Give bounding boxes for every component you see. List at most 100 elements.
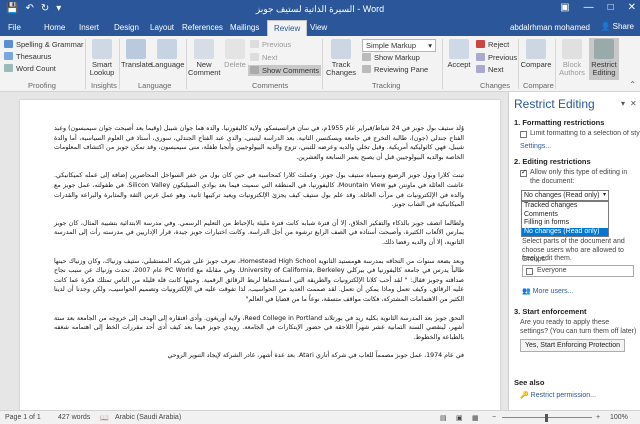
divider <box>85 39 86 89</box>
read-mode-icon[interactable]: ▤ <box>440 414 447 422</box>
pane-options-icon[interactable]: ▾ <box>621 99 625 108</box>
everyone-checkbox[interactable] <box>526 268 533 275</box>
ribbon-display-icon[interactable]: ▣ <box>560 2 569 13</box>
show-markup-icon <box>362 53 371 61</box>
zoom-in-icon[interactable]: + <box>596 414 600 421</box>
proofing-status-icon[interactable]: 📖 <box>100 414 109 422</box>
page-count[interactable]: Page 1 of 1 <box>5 414 41 421</box>
accept-icon <box>449 39 469 59</box>
groups-list[interactable]: Everyone <box>522 265 634 277</box>
word-count[interactable]: 427 words <box>58 414 90 421</box>
delete-comment-icon <box>225 39 245 59</box>
zoom-level[interactable]: 100% <box>610 414 628 421</box>
close-icon[interactable]: ✕ <box>628 2 636 13</box>
start-enforcing-button[interactable]: Yes, Start Enforcing Protection <box>520 339 626 352</box>
share-icon: 👤 <box>600 22 613 31</box>
groups-label: Groups: <box>522 256 547 263</box>
previous-comment-icon <box>250 40 259 48</box>
word-count-button[interactable]: Word Count <box>4 64 56 73</box>
print-layout-icon[interactable]: ▣ <box>456 414 463 422</box>
smart-lookup-button[interactable]: Smart Lookup <box>88 39 116 77</box>
divider <box>555 39 556 89</box>
lock-icon <box>594 39 614 59</box>
track-changes-button[interactable]: Track Changes <box>324 39 358 77</box>
block-authors-button[interactable]: Block Authors <box>557 39 587 77</box>
reviewing-pane-button[interactable]: Reviewing Pane <box>362 65 428 74</box>
show-markup-button[interactable]: Show Markup <box>362 53 420 62</box>
paragraph: في عام 1974، عمل جوبز مصمماً للعاب في شر… <box>167 352 464 360</box>
document-page[interactable]: وُلد ستيف بول جوبز في 24 شباط/فبراير عام… <box>20 100 500 420</box>
see-also-heading: See also <box>514 378 545 387</box>
previous-comment-button[interactable]: Previous <box>250 40 291 49</box>
tab-mailings[interactable]: Mailings <box>230 23 259 32</box>
pane-title: Restrict Editing <box>514 97 595 111</box>
status-bar: Page 1 of 1 427 words 📖 Arabic (Saudi Ar… <box>0 410 640 424</box>
pane-close-icon[interactable]: ✕ <box>630 99 637 108</box>
maximize-icon[interactable]: □ <box>608 2 614 13</box>
option-tracked-changes[interactable]: Tracked changes <box>522 202 608 211</box>
web-layout-icon[interactable]: ▦ <box>472 414 479 422</box>
allow-only-checkbox[interactable] <box>520 168 527 177</box>
language-status[interactable]: Arabic (Saudi Arabia) <box>115 414 181 421</box>
option-filling-forms[interactable]: Filling in forms <box>522 219 608 228</box>
tab-view[interactable]: View <box>310 23 327 32</box>
spelling-grammar-button[interactable]: Spelling & Grammar <box>4 40 84 49</box>
next-change-button[interactable]: Next <box>476 65 503 74</box>
minimize-icon[interactable]: — <box>584 2 594 13</box>
next-comment-icon <box>250 53 259 61</box>
previous-change-icon <box>476 53 485 61</box>
paragraph: وُلد ستيف بول جوبز في 24 شباط/فبراير عام… <box>54 125 464 161</box>
zoom-slider-thumb[interactable] <box>545 414 548 422</box>
smart-lookup-icon <box>92 39 112 59</box>
reject-icon <box>476 40 485 48</box>
limit-formatting-checkbox[interactable] <box>520 131 527 138</box>
previous-change-button[interactable]: Previous <box>476 53 517 62</box>
new-comment-button[interactable]: New Comment <box>188 39 221 77</box>
accept-button[interactable]: Accept <box>444 39 474 69</box>
restrict-editing-pane: Restrict Editing ▾ ✕ 1. Formatting restr… <box>508 92 640 410</box>
share-button[interactable]: 👤 Share <box>600 22 634 31</box>
translate-button[interactable]: Translate <box>121 39 152 69</box>
option-comments[interactable]: Comments <box>522 211 608 220</box>
tab-insert[interactable]: Insert <box>79 23 99 32</box>
thesaurus-button[interactable]: Thesaurus <box>4 52 51 61</box>
reject-button[interactable]: Reject <box>476 40 509 49</box>
language-icon <box>157 39 177 59</box>
ribbon-tabs: File Home Insert Design Layout Reference… <box>0 19 640 36</box>
divider <box>186 39 187 89</box>
settings-link[interactable]: Settings... <box>520 143 551 150</box>
tab-review[interactable]: Review <box>267 20 308 36</box>
compare-icon <box>526 39 546 59</box>
tab-file[interactable]: File <box>8 23 21 32</box>
dropdown-arrow-icon: ▾ <box>602 192 606 198</box>
tab-home[interactable]: Home <box>44 23 65 32</box>
compare-button[interactable]: Compare <box>520 39 552 69</box>
paragraph: وبعد بضعة سنوات من التحاقه بمدرسة هومستي… <box>54 257 464 303</box>
ribbon: Spelling & Grammar Thesaurus Word Count … <box>0 36 640 92</box>
zoom-out-icon[interactable]: − <box>492 414 496 421</box>
thesaurus-icon <box>4 52 13 60</box>
document-area: وُلد ستيف بول جوبز في 24 شباط/فبراير عام… <box>0 92 508 420</box>
delete-comment-button[interactable]: Delete <box>222 39 248 69</box>
restrict-editing-button[interactable]: Restrict Editing <box>589 38 619 80</box>
dropdown-arrow-icon: ▾ <box>428 41 432 50</box>
language-button[interactable]: Language <box>151 39 184 69</box>
collapse-ribbon-icon[interactable]: ⌃ <box>629 80 636 89</box>
comments-group-label: Comments <box>252 81 289 90</box>
next-comment-button[interactable]: Next <box>250 53 277 62</box>
user-name[interactable]: abdalrhman mohamed <box>510 23 590 32</box>
option-no-changes[interactable]: No changes (Read only) <box>522 227 608 236</box>
language-group-label: Language <box>138 81 172 90</box>
document-body[interactable]: وُلد ستيف بول جوبز في 24 شباط/فبراير عام… <box>54 124 464 370</box>
show-comments-button[interactable]: Show Comments <box>248 65 322 76</box>
more-users-link[interactable]: 👥 More users... <box>522 287 574 295</box>
window-title: السيرة الذاتية لستيف جوبز - Word <box>255 4 385 14</box>
restrict-permission-link[interactable]: 🔑 Restrict permission... <box>520 391 596 399</box>
limit-formatting-label: Limit formatting to a selection of style… <box>530 130 640 137</box>
tab-layout[interactable]: Layout <box>150 23 174 32</box>
editing-type-dropdown[interactable]: No changes (Read only) ▾ <box>521 190 609 201</box>
markup-dropdown[interactable]: Simple Markup ▾ <box>362 39 436 52</box>
tab-design[interactable]: Design <box>114 23 139 32</box>
tab-references[interactable]: References <box>182 23 223 32</box>
editing-type-options: Tracked changes Comments Filling in form… <box>521 201 609 237</box>
